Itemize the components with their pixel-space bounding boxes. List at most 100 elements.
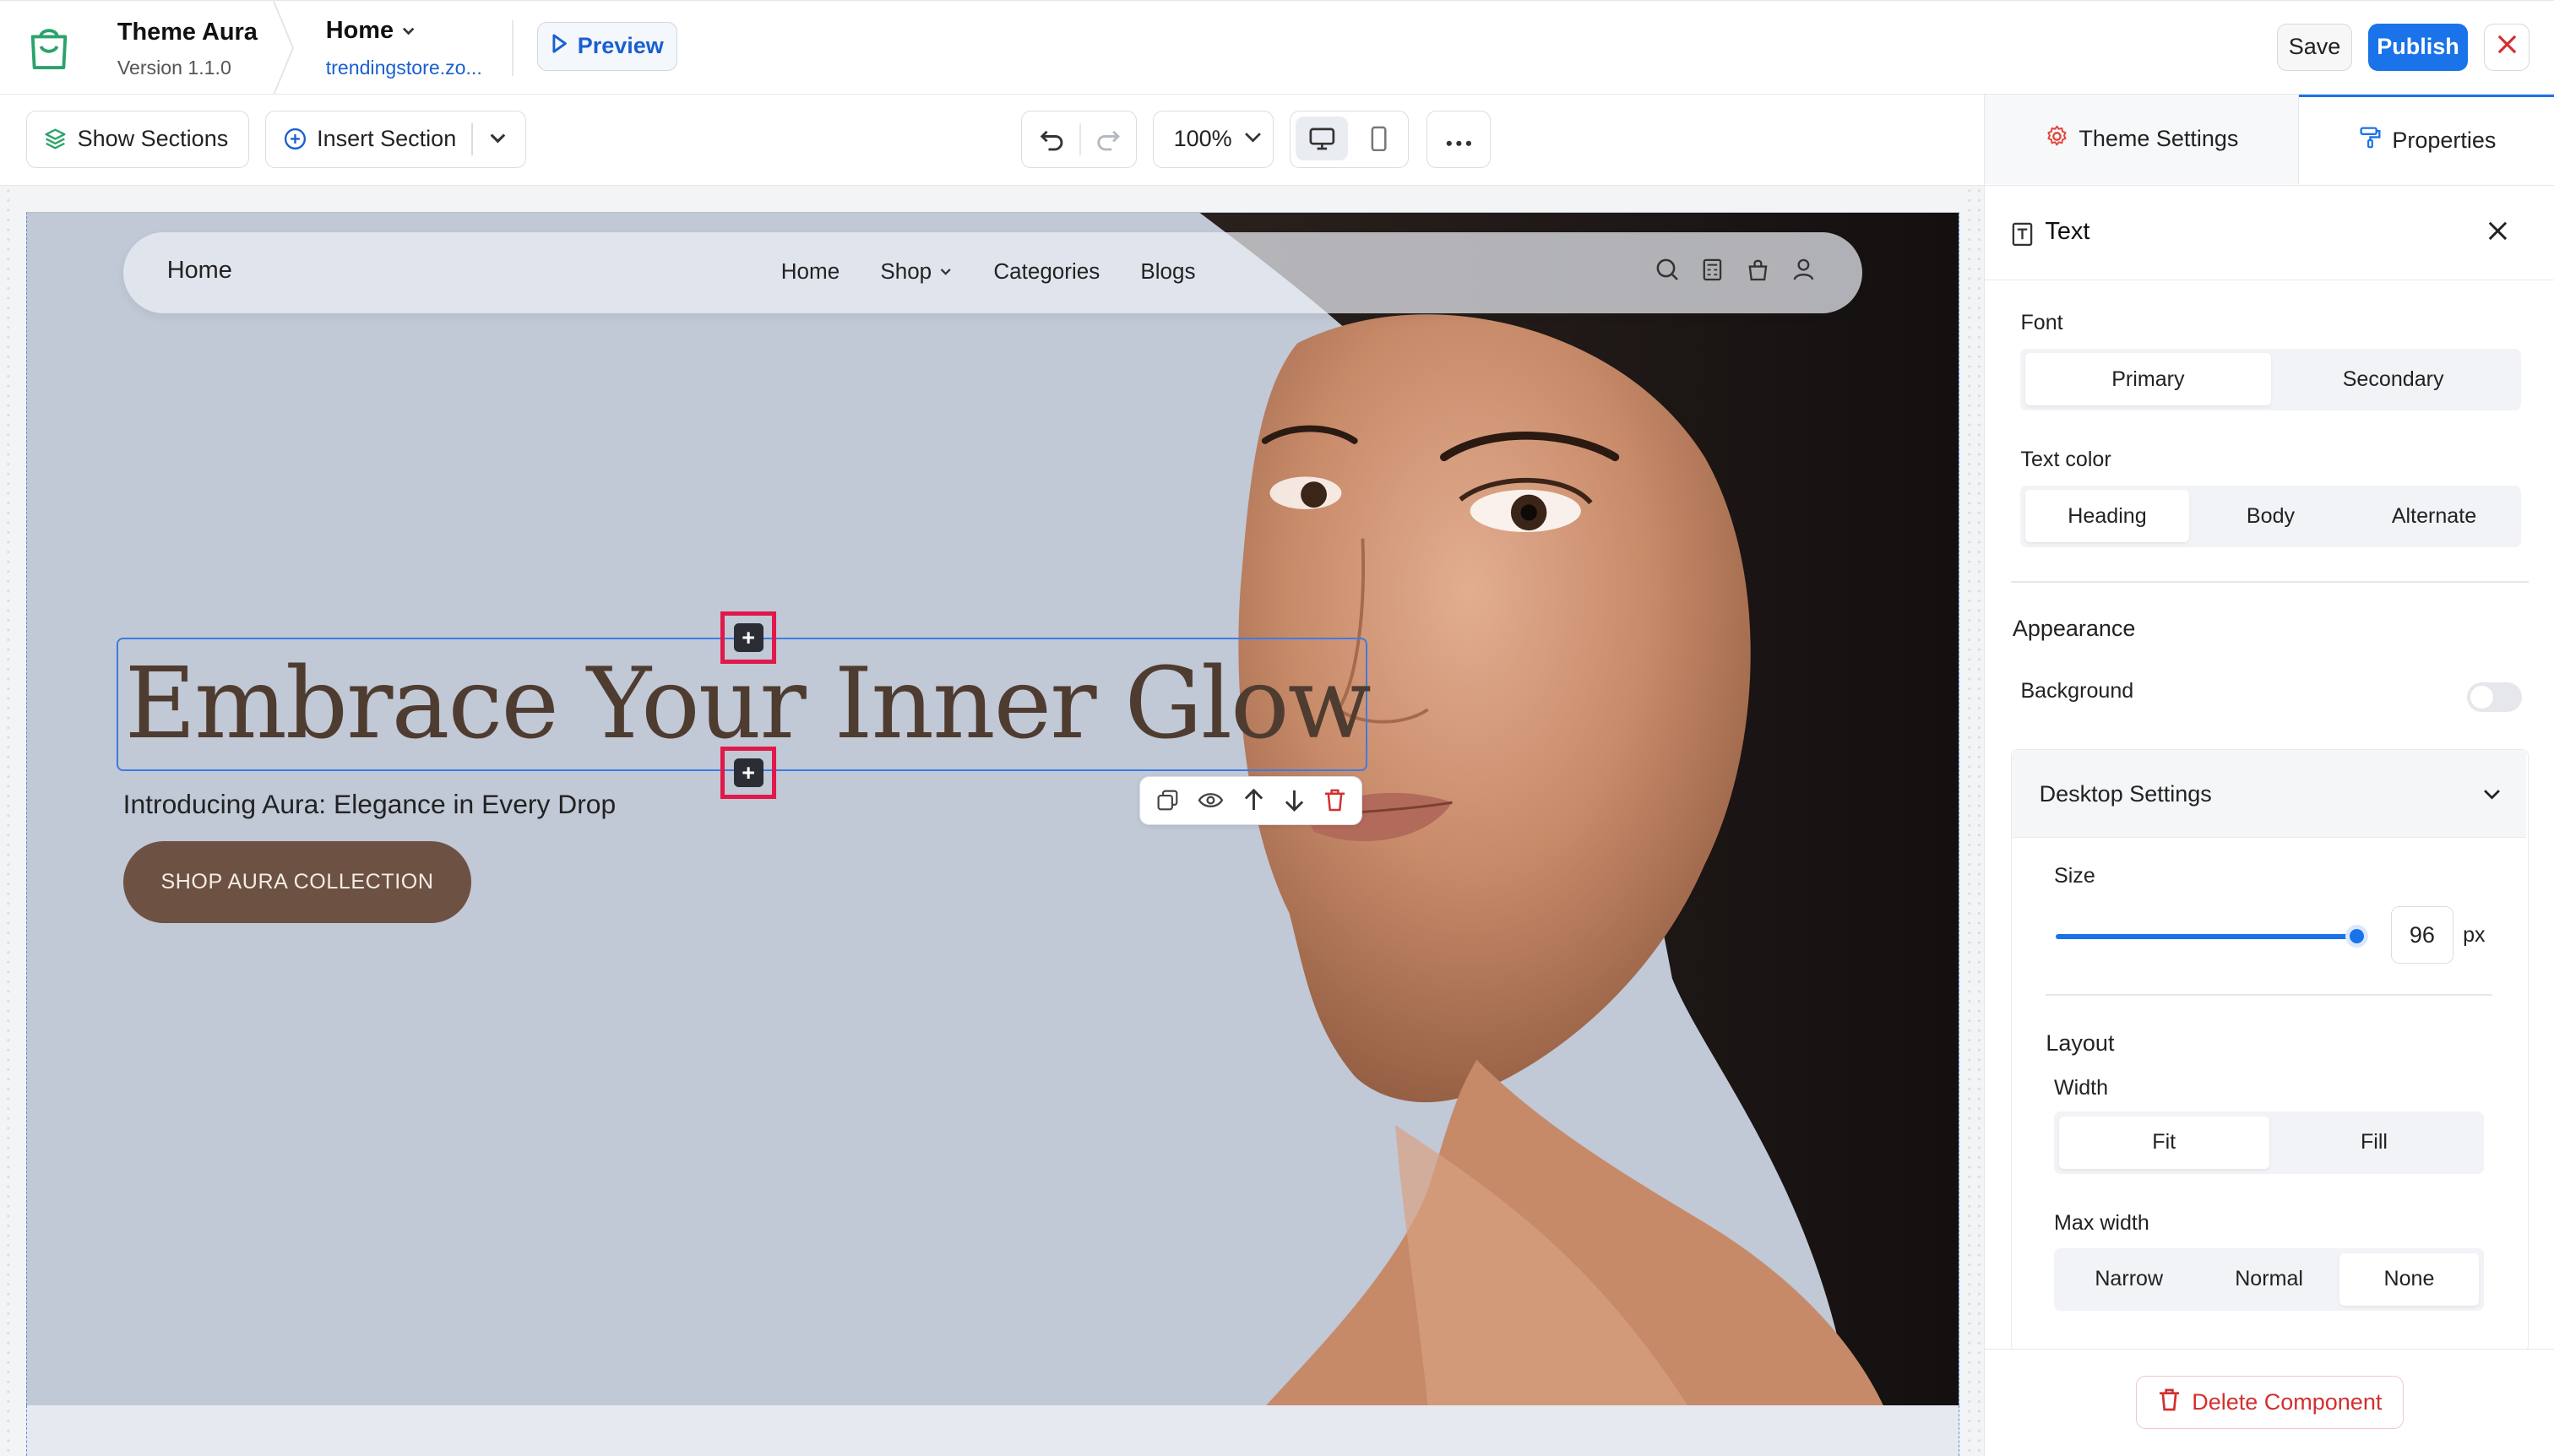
text-color-option-alternate[interactable]: Alternate xyxy=(2352,490,2516,542)
background-label: Background xyxy=(2020,679,2134,704)
background-toggle[interactable] xyxy=(2466,682,2523,712)
portrait-image xyxy=(1199,212,1959,1406)
panel-tabs: Theme Settings Properties xyxy=(1985,94,2554,186)
save-button[interactable]: Save xyxy=(2277,24,2352,71)
show-sections-label: Show Sections xyxy=(77,126,229,152)
page-name: Home xyxy=(325,17,394,45)
max-width-option-narrow[interactable]: Narrow xyxy=(2059,1253,2199,1306)
text-color-option-body[interactable]: Body xyxy=(2189,490,2353,542)
insert-below-marker[interactable]: + xyxy=(720,747,776,799)
nav-link-blogs[interactable]: Blogs xyxy=(1140,258,1195,285)
insert-above-marker[interactable]: + xyxy=(720,611,776,664)
text-color-label: Text color xyxy=(2020,448,2111,472)
max-width-option-normal[interactable]: Normal xyxy=(2199,1253,2339,1306)
nav-links: Home Shop Categories Blogs xyxy=(781,258,1196,285)
properties-panel: Theme Settings Properties Text Font Prim… xyxy=(1984,94,2554,1456)
nav-brand[interactable]: Home xyxy=(167,257,232,285)
editor-root: Theme Aura Version 1.1.0 Home trendingst… xyxy=(0,0,2554,1456)
tab-properties[interactable]: Properties xyxy=(2299,94,2554,184)
divider xyxy=(2010,581,2530,584)
width-option-fill[interactable]: Fill xyxy=(2269,1116,2480,1169)
store-navbar: Home Home Shop Categories Blogs xyxy=(122,231,1863,314)
nav-link-shop-label: Shop xyxy=(880,258,932,284)
desktop-icon[interactable] xyxy=(1296,116,1348,160)
canvas-gutter-right xyxy=(1964,185,1981,1456)
duplicate-icon[interactable] xyxy=(1155,788,1180,812)
next-section-preview xyxy=(25,1405,1960,1456)
search-icon[interactable] xyxy=(1655,257,1681,283)
breadcrumb-separator-icon xyxy=(270,0,296,96)
font-label: Font xyxy=(2020,311,2063,335)
shop-collection-button[interactable]: SHOP AURA COLLECTION xyxy=(122,841,472,923)
size-unit: px xyxy=(2463,922,2486,947)
arrow-up-icon[interactable] xyxy=(1242,787,1265,813)
publish-button[interactable]: Publish xyxy=(2368,24,2468,71)
text-color-option-heading[interactable]: Heading xyxy=(2025,490,2189,543)
close-icon xyxy=(2496,32,2519,62)
desktop-settings-label: Desktop Settings xyxy=(2039,780,2212,807)
width-label: Width xyxy=(2054,1075,2109,1100)
hero-subtitle[interactable]: Introducing Aura: Elegance in Every Drop xyxy=(123,789,617,820)
text-color-segmented: Heading Body Alternate xyxy=(2020,485,2521,547)
delete-component-button[interactable]: Delete Component xyxy=(2136,1375,2404,1430)
insert-section-button[interactable]: Insert Section xyxy=(265,111,526,168)
chevron-down-icon xyxy=(1242,125,1264,154)
nav-link-categories[interactable]: Categories xyxy=(993,258,1100,285)
top-bar: Theme Aura Version 1.1.0 Home trendingst… xyxy=(0,0,2554,96)
size-slider[interactable] xyxy=(2055,934,2359,939)
trash-icon[interactable] xyxy=(1323,787,1346,813)
arrow-down-icon[interactable] xyxy=(1283,787,1306,813)
chevron-down-icon[interactable] xyxy=(485,125,511,157)
play-icon xyxy=(552,33,568,59)
paint-roller-icon xyxy=(2358,125,2383,155)
nav-link-home[interactable]: Home xyxy=(781,258,840,285)
trash-icon xyxy=(2158,1387,2181,1419)
width-option-fit[interactable]: Fit xyxy=(2058,1116,2269,1169)
gear-icon xyxy=(2045,124,2069,155)
size-slider-thumb[interactable] xyxy=(2345,924,2369,948)
tab-theme-settings[interactable]: Theme Settings xyxy=(1985,94,2300,184)
nav-link-shop[interactable]: Shop xyxy=(880,258,953,285)
nav-icons xyxy=(1655,257,1818,283)
tab-theme-settings-label: Theme Settings xyxy=(2079,126,2239,152)
shopping-bag-icon[interactable] xyxy=(1745,257,1771,283)
element-toolbar xyxy=(1139,775,1363,825)
page-url-link[interactable]: trendingstore.zo... xyxy=(326,57,482,79)
zoom-select[interactable]: 100% xyxy=(1153,111,1274,168)
theme-version: Version 1.1.0 xyxy=(117,56,231,79)
tab-properties-label: Properties xyxy=(2392,127,2497,153)
chevron-down-icon xyxy=(938,258,953,285)
font-segmented: Primary Secondary xyxy=(2020,348,2521,410)
show-sections-button[interactable]: Show Sections xyxy=(25,111,250,168)
appearance-heading: Appearance xyxy=(2012,615,2136,641)
delete-component-label: Delete Component xyxy=(2192,1389,2383,1415)
plus-icon: + xyxy=(733,622,763,653)
divider xyxy=(471,122,474,156)
max-width-segmented: Narrow Normal None xyxy=(2054,1248,2485,1311)
desktop-settings-header[interactable]: Desktop Settings xyxy=(2011,750,2527,839)
size-input[interactable]: 96 xyxy=(2391,906,2453,964)
layout-heading: Layout xyxy=(2046,1030,2115,1056)
zoom-value: 100% xyxy=(1173,126,1232,152)
hero-section[interactable]: Home Home Shop Categories Blogs Embrace … xyxy=(25,211,1960,1406)
font-option-primary[interactable]: Primary xyxy=(2025,353,2271,406)
page-selector[interactable]: Home xyxy=(326,17,416,45)
redo-icon[interactable] xyxy=(1094,125,1123,160)
layers-icon xyxy=(43,127,68,151)
close-icon[interactable] xyxy=(2485,218,2511,251)
more-horizontal-icon xyxy=(1444,126,1474,152)
max-width-option-none[interactable]: None xyxy=(2339,1253,2480,1306)
component-title: Text xyxy=(2045,218,2090,246)
preview-button[interactable]: Preview xyxy=(537,22,678,71)
font-option-secondary[interactable]: Secondary xyxy=(2271,353,2516,405)
calculator-icon[interactable] xyxy=(1699,257,1725,283)
more-options-button[interactable] xyxy=(1426,111,1491,168)
user-icon[interactable] xyxy=(1791,257,1817,283)
undo-icon[interactable] xyxy=(1037,125,1067,160)
theme-name: Theme Aura xyxy=(117,19,258,46)
close-editor-button[interactable] xyxy=(2484,24,2530,71)
max-width-label: Max width xyxy=(2054,1210,2149,1235)
eye-icon[interactable] xyxy=(1198,789,1224,812)
mobile-icon[interactable] xyxy=(1353,117,1405,160)
plus-circle-icon xyxy=(283,127,307,151)
